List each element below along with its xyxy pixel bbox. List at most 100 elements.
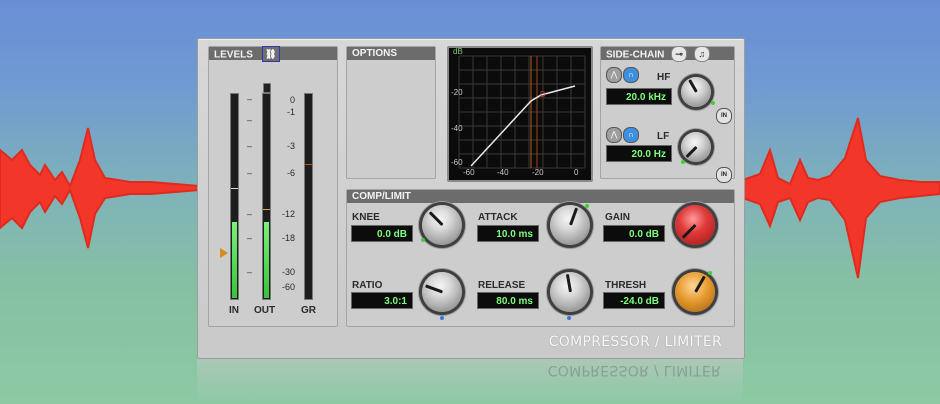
scale-1: -1 xyxy=(286,107,295,117)
options-header: OPTIONS xyxy=(347,47,435,60)
sidechain-panel: SIDE-CHAIN ⊸ ♫ ⋀ ∩ HF 20.0 kHz IN ⋀ ∩ LF… xyxy=(600,46,735,183)
comp-limit-header: COMP/LIMIT xyxy=(347,190,734,203)
y-tick-40: -40 xyxy=(451,124,463,133)
attack-knob-indicator xyxy=(585,204,589,208)
ratio-label: RATIO xyxy=(352,280,383,291)
scale-3: -3 xyxy=(286,141,295,151)
ratio-knob-indicator xyxy=(440,316,444,320)
release-knob-indicator xyxy=(567,316,571,320)
bandpass-filter-icon[interactable]: ∩ xyxy=(623,127,639,143)
knee-value[interactable]: 0.0 dB xyxy=(351,225,413,242)
meter-in-label: IN xyxy=(229,305,239,316)
meter-in xyxy=(230,93,239,300)
y-tick-db: dB xyxy=(453,47,463,56)
attack-value[interactable]: 10.0 ms xyxy=(477,225,539,242)
plugin-reflection: COMPRESSOR / LIMITER xyxy=(197,358,743,404)
scale-6: -6 xyxy=(286,168,295,178)
tick-dash: – xyxy=(247,115,253,125)
link-icon[interactable]: ⛓ xyxy=(261,46,280,62)
thresh-knob[interactable] xyxy=(675,272,715,312)
options-title: OPTIONS xyxy=(352,48,398,59)
meter-in-peak xyxy=(231,188,238,189)
options-panel: OPTIONS xyxy=(346,46,436,179)
clip-indicator[interactable] xyxy=(263,83,271,93)
lf-knob-indicator xyxy=(681,160,685,164)
knee-knob-pointer xyxy=(428,211,444,227)
gain-knob-pointer xyxy=(681,223,697,239)
scale-30: -30 xyxy=(281,267,295,277)
knee-knob[interactable] xyxy=(422,205,462,245)
thresh-value[interactable]: -24.0 dB xyxy=(603,292,665,309)
x-tick-60: -60 xyxy=(463,168,475,177)
plugin-title: COMPRESSOR / LIMITER xyxy=(548,334,722,350)
hf-label: HF xyxy=(657,72,671,83)
lf-value[interactable]: 20.0 Hz xyxy=(606,145,672,162)
bandpass-filter-icon[interactable]: ∩ xyxy=(623,67,639,83)
sidechain-header: SIDE-CHAIN ⊸ ♫ xyxy=(601,46,734,62)
tick-dash: – xyxy=(247,267,253,277)
attack-knob[interactable] xyxy=(550,205,590,245)
waveform-right xyxy=(742,117,940,279)
meter-gr-marker xyxy=(305,164,312,165)
input-threshold-arrow[interactable] xyxy=(220,248,228,258)
compression-curve-display[interactable]: D dB -20 -40 -60 -60 -40 -20 0 xyxy=(447,46,593,182)
ratio-knob[interactable] xyxy=(422,272,462,312)
release-value[interactable]: 80.0 ms xyxy=(477,292,539,309)
meter-gr xyxy=(304,93,313,300)
graph-grid xyxy=(458,55,586,169)
lf-knob-pointer xyxy=(685,145,698,158)
gain-knob[interactable] xyxy=(675,205,715,245)
ratio-value[interactable]: 3.0:1 xyxy=(351,292,413,309)
x-tick-0: 0 xyxy=(574,168,579,177)
scale-0: 0 xyxy=(289,95,295,105)
thresh-knob-indicator xyxy=(708,271,712,275)
hf-knob-pointer xyxy=(687,79,698,93)
compressor-plugin-window: LEVELS ⛓ 0 -1 -3 -6 -12 -18 -30 -60 – – … xyxy=(197,38,745,359)
x-tick-40: -40 xyxy=(497,168,509,177)
gain-value[interactable]: 0.0 dB xyxy=(603,225,665,242)
meter-out-label: OUT xyxy=(254,305,276,316)
comp-limit-panel: COMP/LIMIT KNEE 0.0 dB ATTACK 10.0 ms GA… xyxy=(346,189,735,327)
scale-12: -12 xyxy=(281,209,295,219)
curve-graph: D xyxy=(458,55,586,169)
hf-value[interactable]: 20.0 kHz xyxy=(606,88,672,105)
y-tick-20: -20 xyxy=(451,88,463,97)
ratio-knob-pointer xyxy=(424,284,443,294)
lf-in-button[interactable]: IN xyxy=(716,167,732,183)
scale-18: -18 xyxy=(281,233,295,243)
tick-dash: – xyxy=(247,94,253,104)
y-tick-60: -60 xyxy=(451,158,463,167)
knee-knob-indicator xyxy=(421,238,425,242)
lf-knob[interactable] xyxy=(681,132,711,162)
headphones-icon[interactable]: ♫ xyxy=(693,46,710,62)
scale-60: -60 xyxy=(281,282,295,292)
sidechain-title: SIDE-CHAIN xyxy=(606,49,665,61)
meter-in-fill xyxy=(232,222,237,298)
attack-label: ATTACK xyxy=(478,212,518,223)
sidechain-key-icon[interactable]: ⊸ xyxy=(671,46,688,62)
levels-header: LEVELS ⛓ xyxy=(209,46,337,62)
lowshelf-filter-icon[interactable]: ⋀ xyxy=(606,127,622,143)
thresh-label: THRESH xyxy=(605,280,647,291)
hf-knob-indicator xyxy=(711,101,715,105)
gain-label: GAIN xyxy=(605,212,630,223)
curve-marker: D xyxy=(540,90,546,99)
tick-dash: – xyxy=(247,168,253,178)
levels-title: LEVELS xyxy=(214,49,253,61)
tick-dash: – xyxy=(247,233,253,243)
attack-knob-pointer xyxy=(568,207,578,226)
tick-dash: – xyxy=(247,209,253,219)
knee-label: KNEE xyxy=(352,212,380,223)
hf-knob[interactable] xyxy=(681,77,711,107)
highshelf-filter-icon[interactable]: ⋀ xyxy=(606,67,622,83)
thresh-knob-pointer xyxy=(693,275,706,293)
x-tick-20: -20 xyxy=(532,168,544,177)
meter-gr-label: GR xyxy=(301,305,316,316)
reflection-title: COMPRESSOR / LIMITER xyxy=(547,362,721,378)
comp-limit-title: COMP/LIMIT xyxy=(352,191,411,202)
hf-in-button[interactable]: IN xyxy=(716,108,732,124)
lf-label: LF xyxy=(657,131,670,142)
release-label: RELEASE xyxy=(478,280,526,291)
release-knob[interactable] xyxy=(550,272,590,312)
tick-dash: – xyxy=(247,141,253,151)
